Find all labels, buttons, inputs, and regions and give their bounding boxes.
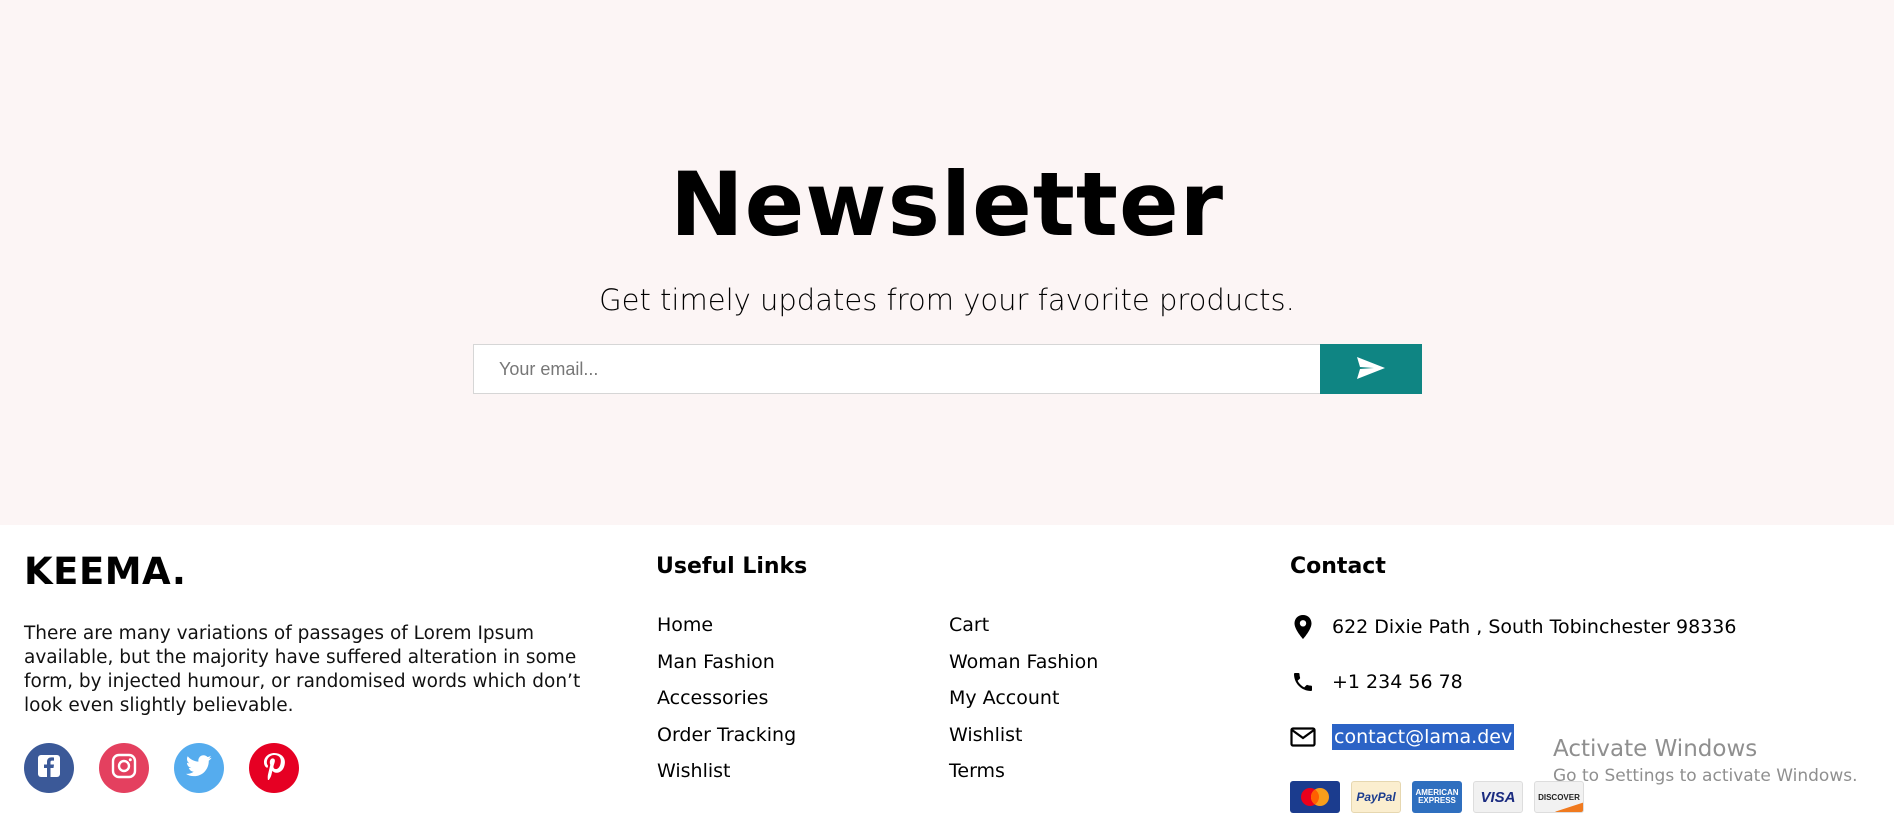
contact-phone: +1 234 56 78	[1290, 669, 1463, 695]
phone-text: +1 234 56 78	[1332, 671, 1463, 693]
amex-icon: AMERICAN EXPRESS	[1412, 781, 1462, 813]
location-pin-icon	[1290, 614, 1316, 640]
facebook-button[interactable]	[24, 743, 74, 793]
phone-icon	[1290, 669, 1316, 695]
contact-email: contact@lama.dev	[1290, 724, 1515, 750]
link-wishlist[interactable]: Wishlist	[657, 759, 796, 796]
pinterest-icon	[262, 752, 286, 784]
contact-address: 622 Dixie Path , South Tobinchester 9833…	[1290, 614, 1736, 640]
newsletter-subtitle: Get timely updates from your favorite pr…	[599, 283, 1295, 317]
contact-title: Contact	[1290, 554, 1386, 579]
watermark-title: Activate Windows	[1553, 736, 1758, 762]
address-text: 622 Dixie Path , South Tobinchester 9833…	[1332, 616, 1737, 638]
twitter-button[interactable]	[174, 743, 224, 793]
visa-icon: VISA	[1473, 781, 1523, 813]
subscribe-button[interactable]	[1320, 344, 1422, 394]
instagram-button[interactable]	[99, 743, 149, 793]
facebook-icon	[37, 754, 61, 782]
link-wishlist-2[interactable]: Wishlist	[949, 723, 1098, 760]
email-link[interactable]: contact@lama.dev	[1332, 724, 1515, 750]
newsletter-title: Newsletter	[669, 153, 1225, 256]
useful-links-right: Cart Woman Fashion My Account Wishlist T…	[949, 613, 1098, 796]
useful-links-left: Home Man Fashion Accessories Order Track…	[657, 613, 796, 796]
link-man-fashion[interactable]: Man Fashion	[657, 650, 796, 687]
link-accessories[interactable]: Accessories	[657, 686, 796, 723]
link-woman-fashion[interactable]: Woman Fashion	[949, 650, 1098, 687]
email-input[interactable]	[473, 344, 1320, 394]
mastercard-icon	[1290, 781, 1340, 813]
social-links	[24, 743, 299, 793]
brand-logo[interactable]: KEEMA.	[24, 550, 186, 594]
link-terms[interactable]: Terms	[949, 759, 1098, 796]
paypal-icon: PayPal	[1351, 781, 1401, 813]
pinterest-button[interactable]	[249, 743, 299, 793]
link-my-account[interactable]: My Account	[949, 686, 1098, 723]
mail-icon	[1290, 724, 1316, 750]
send-icon	[1356, 356, 1386, 383]
newsletter-section: Newsletter Get timely updates from your …	[0, 0, 1894, 525]
link-order-tracking[interactable]: Order Tracking	[657, 723, 796, 760]
link-home[interactable]: Home	[657, 613, 796, 650]
watermark-subtitle: Go to Settings to activate Windows.	[1553, 766, 1858, 786]
payment-cards: PayPal AMERICAN EXPRESS VISA DISCOVER	[1290, 781, 1584, 813]
newsletter-form	[473, 344, 1422, 394]
useful-links-title: Useful Links	[656, 554, 808, 579]
activate-windows-watermark: Activate Windows Go to Settings to activ…	[1553, 735, 1858, 787]
link-cart[interactable]: Cart	[949, 613, 1098, 650]
brand-description: There are many variations of passages of…	[24, 623, 581, 716]
instagram-icon	[111, 753, 137, 783]
twitter-icon	[185, 755, 212, 781]
